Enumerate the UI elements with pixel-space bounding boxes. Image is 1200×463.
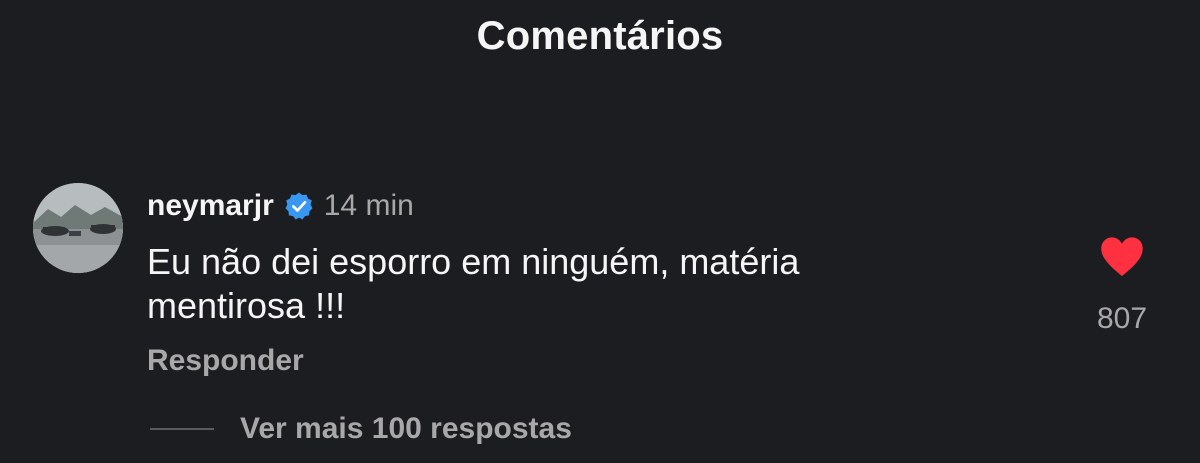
like-count: 807	[1096, 302, 1148, 335]
username-link[interactable]: neymarjr	[147, 189, 274, 223]
comment-timestamp: 14 min	[323, 189, 414, 222]
reply-button[interactable]: Responder	[147, 344, 304, 378]
avatar[interactable]	[33, 183, 123, 273]
avatar-photo	[33, 183, 123, 273]
replies-divider	[150, 428, 214, 430]
like-area: 807	[1080, 236, 1164, 336]
comment: neymarjr 14 min Eu não dei esporro em ni…	[147, 184, 1027, 328]
comment-header: neymarjr 14 min	[147, 184, 1027, 228]
view-replies-button[interactable]: Ver mais 100 respostas	[150, 412, 572, 446]
verified-badge-icon	[285, 192, 313, 220]
comment-text: Eu não dei esporro em ninguém, matéria m…	[147, 241, 800, 326]
page-title: Comentários	[476, 14, 724, 58]
view-replies-label: Ver mais 100 respostas	[240, 412, 572, 445]
heart-icon[interactable]	[1099, 236, 1145, 278]
